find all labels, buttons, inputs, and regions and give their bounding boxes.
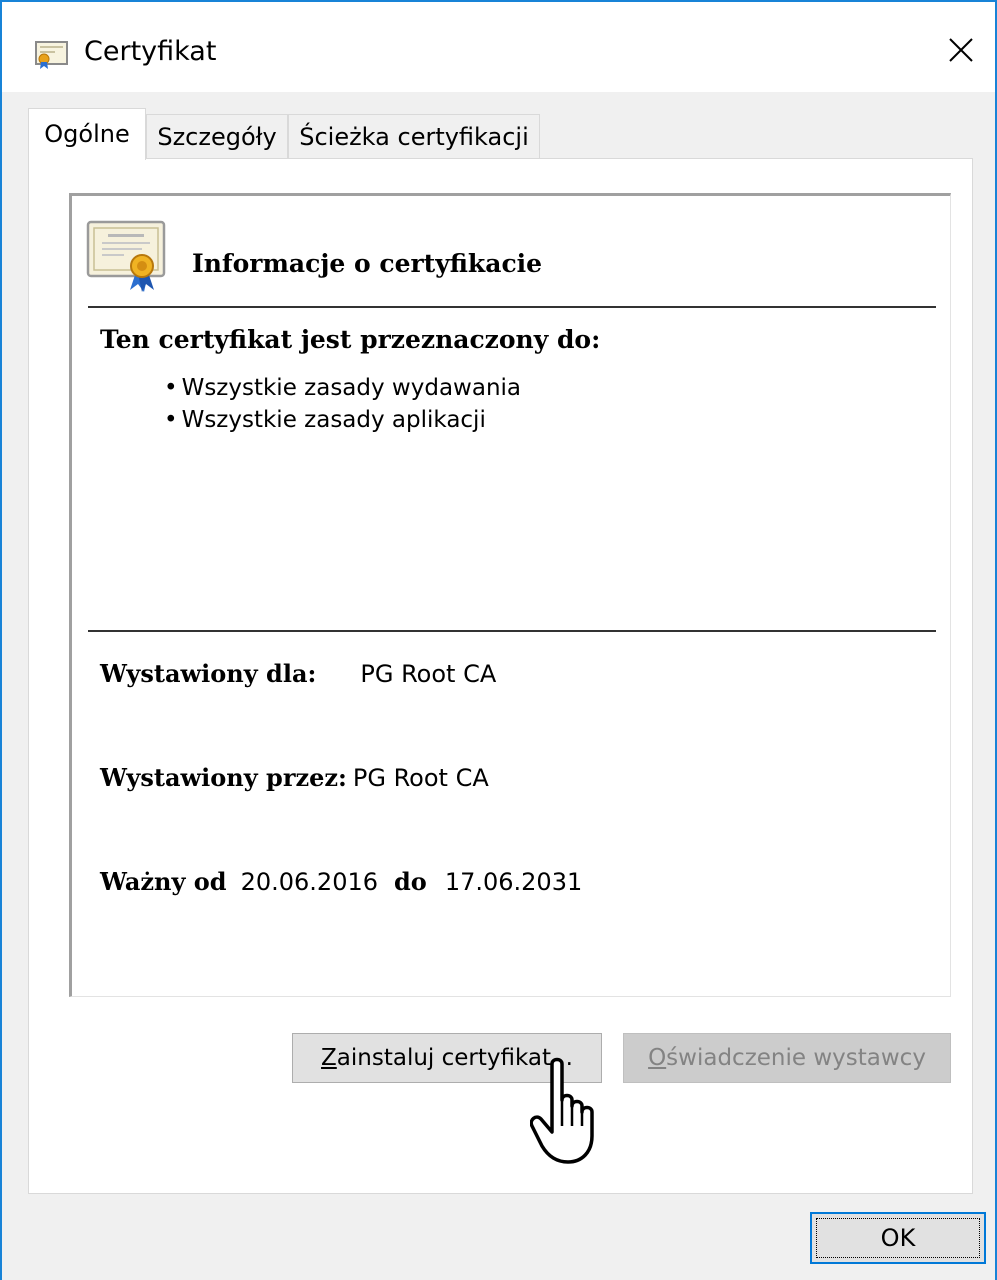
- issued-to-row: Wystawiony dla: PG Root CA: [100, 656, 496, 692]
- certificate-icon: [35, 38, 69, 70]
- hand-pointer-icon: [529, 1056, 616, 1172]
- list-item: Wszystkie zasady aplikacji: [164, 404, 521, 436]
- info-heading: Informacje o certyfikacie: [192, 249, 543, 278]
- ok-button[interactable]: OK: [810, 1212, 986, 1264]
- purpose-list: Wszystkie zasady wydawania Wszystkie zas…: [164, 372, 521, 436]
- tab-certification-path[interactable]: Ścieżka certyfikacji: [288, 114, 540, 158]
- issued-by-row: Wystawiony przez: PG Root CA: [100, 760, 489, 796]
- button-label: świadczenie wystawcy: [666, 1045, 926, 1071]
- divider: [88, 306, 936, 308]
- focus-ring: [816, 1218, 980, 1258]
- valid-to-label: do: [394, 867, 427, 896]
- window-title: Certyfikat: [84, 36, 217, 67]
- divider: [88, 630, 936, 632]
- issued-by-label: Wystawiony przez:: [100, 763, 347, 792]
- title-bar[interactable]: Certyfikat: [2, 2, 995, 92]
- validity-row: Ważny od 20.06.2016 do 17.06.2031: [100, 864, 582, 900]
- certificate-icon: [86, 220, 168, 296]
- valid-from-value: 20.06.2016: [240, 868, 379, 896]
- purpose-title: Ten certyfikat jest przeznaczony do:: [100, 325, 601, 354]
- valid-from-label: Ważny od: [100, 867, 227, 896]
- tab-label: Ogólne: [44, 120, 130, 148]
- tab-details[interactable]: Szczegóły: [146, 114, 288, 158]
- list-item: Wszystkie zasady wydawania: [164, 372, 521, 404]
- issued-to-label: Wystawiony dla:: [100, 659, 317, 688]
- certificate-dialog: Certyfikat Ogólne Szczegóły Ścieżka cert…: [0, 0, 997, 1280]
- close-icon: [949, 38, 973, 62]
- close-button[interactable]: [923, 2, 995, 92]
- tab-panel-general: Informacje o certyfikacie Ten certyfikat…: [28, 158, 973, 1194]
- mnemonic: O: [648, 1045, 667, 1071]
- issued-to-value: PG Root CA: [360, 660, 497, 688]
- valid-to-value: 17.06.2031: [444, 868, 583, 896]
- certificate-info-box: Informacje o certyfikacie Ten certyfikat…: [69, 193, 951, 997]
- mnemonic: Z: [321, 1045, 337, 1071]
- tab-general[interactable]: Ogólne: [28, 108, 146, 160]
- tab-label: Szczegóły: [157, 123, 277, 151]
- issued-by-value: PG Root CA: [352, 764, 489, 792]
- issuer-statement-button[interactable]: Oświadczenie wystawcy: [623, 1033, 951, 1083]
- tab-label: Ścieżka certyfikacji: [299, 123, 529, 151]
